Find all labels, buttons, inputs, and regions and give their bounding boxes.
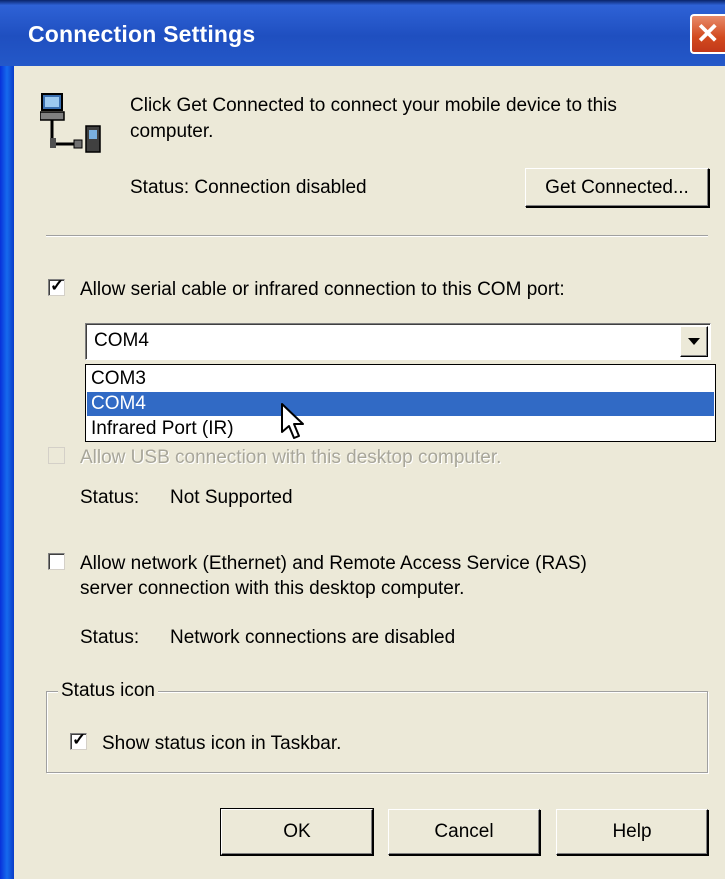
chevron-down-icon <box>688 338 700 345</box>
option-infrared-port[interactable]: Infrared Port (IR) <box>87 417 714 441</box>
window-title: Connection Settings <box>28 21 256 47</box>
separator <box>46 235 708 237</box>
network-status-label: Status: <box>80 627 140 648</box>
connect-message-line1: Click Get Connected to connect your mobi… <box>130 95 617 116</box>
check-mark-icon: ✓ <box>72 730 87 749</box>
com-port-value: COM4 <box>94 330 149 351</box>
network-checkbox[interactable] <box>48 553 65 570</box>
com-port-dropdown-list: COM3 COM4 Infrared Port (IR) <box>85 364 716 442</box>
status-icon-group-legend: Status icon <box>58 680 158 702</box>
network-checkbox-label-line1: Allow network (Ethernet) and Remote Acce… <box>80 553 587 574</box>
network-checkbox-label-line2: server connection with this desktop comp… <box>80 578 465 599</box>
connect-message-line2: computer. <box>130 121 214 142</box>
usb-status-label: Status: <box>80 487 140 508</box>
com-port-select[interactable]: COM4 <box>85 323 711 360</box>
window-frame-left <box>0 66 14 879</box>
check-mark-icon: ✓ <box>50 276 65 295</box>
option-com4[interactable]: COM4 <box>87 392 714 416</box>
close-button[interactable]: ✕ <box>690 14 725 54</box>
serial-checkbox-label: Allow serial cable or infrared connectio… <box>80 279 565 300</box>
computer-device-icon <box>40 93 101 153</box>
usb-checkbox[interactable] <box>48 447 65 464</box>
usb-checkbox-label: Allow USB connection with this desktop c… <box>80 447 502 468</box>
connection-status: Status: Connection disabled <box>130 177 367 198</box>
network-status-value: Network connections are disabled <box>170 627 456 648</box>
title-bar: Connection Settings ✕ <box>0 0 725 66</box>
option-com3[interactable]: COM3 <box>87 367 714 391</box>
show-taskbar-icon-label: Show status icon in Taskbar. <box>102 733 342 754</box>
mouse-pointer-icon <box>281 403 304 439</box>
show-taskbar-icon-checkbox[interactable]: ✓ <box>70 730 87 750</box>
dropdown-arrow-button[interactable] <box>680 326 708 357</box>
serial-checkbox[interactable]: ✓ <box>48 276 65 296</box>
help-button[interactable]: Help <box>556 809 708 855</box>
close-icon: ✕ <box>696 18 720 49</box>
get-connected-button[interactable]: Get Connected... <box>525 168 709 207</box>
cancel-button[interactable]: Cancel <box>388 809 540 855</box>
usb-status-value: Not Supported <box>170 487 293 508</box>
ok-button[interactable]: OK <box>220 808 374 856</box>
